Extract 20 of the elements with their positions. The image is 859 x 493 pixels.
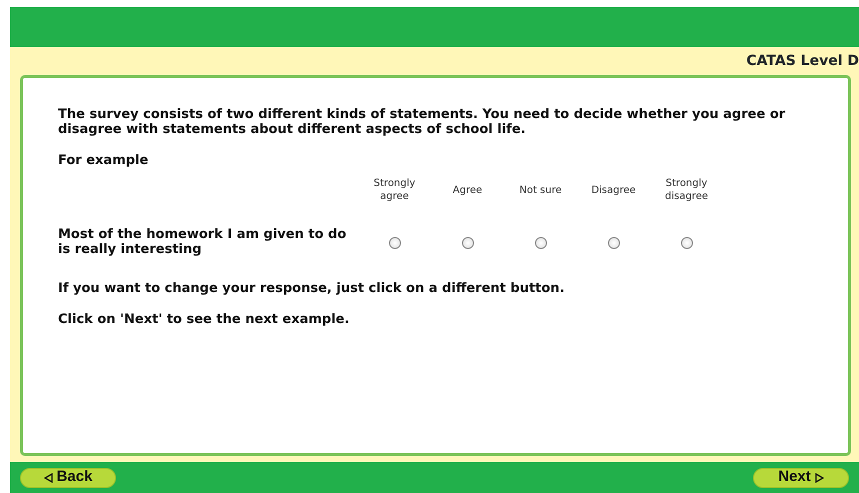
radio-button[interactable] — [608, 236, 620, 249]
statement-text: Most of the homework I am given to do is really interesting — [58, 228, 348, 258]
back-button[interactable]: Back — [20, 468, 116, 488]
radio-button[interactable] — [680, 236, 692, 249]
example-label: For example — [58, 154, 150, 169]
app-title: CATAS Level D — [746, 52, 859, 71]
left-triangle-icon — [44, 472, 53, 482]
next-button[interactable]: Next — [753, 468, 849, 488]
scale-label: Strongly disagree — [664, 176, 709, 204]
scale-label: Not sure — [519, 184, 562, 198]
scale-label: Agree — [452, 184, 482, 198]
instruction-text: If you want to change your response, just click on a different button. — [58, 282, 566, 297]
instruction-text: Click on 'Next' to see the next example. — [58, 312, 350, 328]
radio-button[interactable] — [462, 236, 474, 249]
radio-button[interactable] — [534, 236, 546, 249]
right-triangle-icon — [814, 472, 824, 482]
scale-label: Disagree — [591, 184, 636, 198]
radio-button[interactable] — [388, 236, 400, 249]
scale-label: Strongly agree — [372, 176, 416, 204]
intro-text: The survey consists of two different kinds of statements. You need to decide whether you agree or disagree with statements about different aspects of school life. — [58, 108, 786, 138]
